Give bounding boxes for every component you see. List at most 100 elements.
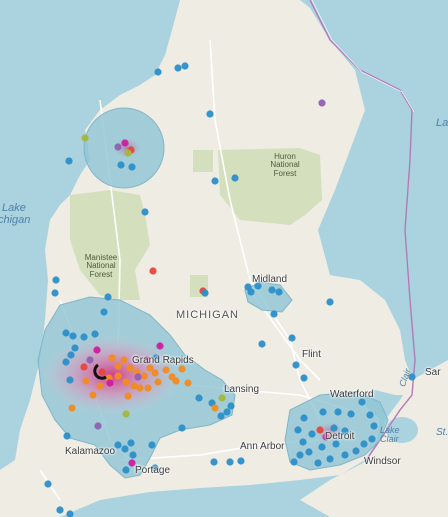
data-point[interactable] — [299, 438, 307, 446]
data-point[interactable] — [288, 334, 296, 342]
data-point[interactable] — [81, 134, 89, 142]
data-point[interactable] — [316, 426, 324, 434]
data-point[interactable] — [296, 451, 304, 459]
data-point[interactable] — [100, 308, 108, 316]
data-point[interactable] — [237, 457, 245, 465]
data-point[interactable] — [184, 379, 192, 387]
data-point[interactable] — [140, 372, 148, 380]
data-point[interactable] — [181, 62, 189, 70]
data-point[interactable] — [114, 441, 122, 449]
data-point[interactable] — [80, 363, 88, 371]
data-point[interactable] — [124, 149, 132, 157]
data-point[interactable] — [68, 404, 76, 412]
data-point[interactable] — [308, 430, 316, 438]
data-point[interactable] — [275, 288, 283, 296]
data-point[interactable] — [151, 369, 159, 377]
data-point[interactable] — [210, 458, 218, 466]
data-point[interactable] — [67, 351, 75, 359]
data-point[interactable] — [89, 391, 97, 399]
data-point[interactable] — [114, 143, 122, 151]
data-point[interactable] — [108, 354, 116, 362]
data-point[interactable] — [134, 373, 142, 381]
data-point[interactable] — [124, 392, 132, 400]
data-point[interactable] — [149, 267, 157, 275]
data-point[interactable] — [162, 366, 170, 374]
data-point[interactable] — [63, 432, 71, 440]
data-point[interactable] — [211, 177, 219, 185]
data-point[interactable] — [300, 414, 308, 422]
data-point[interactable] — [71, 344, 79, 352]
data-point[interactable] — [227, 402, 235, 410]
data-point[interactable] — [56, 506, 64, 514]
data-point[interactable] — [347, 410, 355, 418]
data-point[interactable] — [305, 448, 313, 456]
data-point[interactable] — [201, 289, 209, 297]
data-point[interactable] — [82, 377, 90, 385]
data-point[interactable] — [334, 408, 342, 416]
data-point[interactable] — [52, 276, 60, 284]
data-point[interactable] — [292, 361, 300, 369]
data-point[interactable] — [121, 139, 129, 147]
data-point[interactable] — [217, 412, 225, 420]
data-point[interactable] — [122, 466, 130, 474]
data-point[interactable] — [86, 356, 94, 364]
data-point[interactable] — [80, 333, 88, 341]
data-point[interactable] — [69, 332, 77, 340]
data-point[interactable] — [319, 408, 327, 416]
data-point[interactable] — [120, 356, 128, 364]
data-point[interactable] — [370, 422, 378, 430]
data-point[interactable] — [127, 439, 135, 447]
data-point[interactable] — [51, 289, 59, 297]
data-point[interactable] — [226, 458, 234, 466]
data-point[interactable] — [136, 384, 144, 392]
data-point[interactable] — [352, 447, 360, 455]
data-point[interactable] — [174, 64, 182, 72]
data-point[interactable] — [223, 408, 231, 416]
data-point[interactable] — [294, 426, 302, 434]
data-point[interactable] — [178, 424, 186, 432]
data-point[interactable] — [93, 346, 101, 354]
data-point[interactable] — [318, 99, 326, 107]
data-point[interactable] — [44, 480, 52, 488]
data-point[interactable] — [341, 451, 349, 459]
data-point[interactable] — [62, 329, 70, 337]
data-point[interactable] — [117, 161, 125, 169]
data-point[interactable] — [121, 445, 129, 453]
data-point[interactable] — [154, 378, 162, 386]
data-point[interactable] — [62, 358, 70, 366]
data-point[interactable] — [141, 208, 149, 216]
data-point[interactable] — [66, 376, 74, 384]
data-point[interactable] — [156, 342, 164, 350]
data-point[interactable] — [98, 368, 106, 376]
data-point[interactable] — [270, 310, 278, 318]
data-point[interactable] — [211, 404, 219, 412]
data-point[interactable] — [104, 293, 112, 301]
data-point[interactable] — [154, 68, 162, 76]
data-point[interactable] — [96, 382, 104, 390]
data-point[interactable] — [129, 451, 137, 459]
data-point[interactable] — [290, 458, 298, 466]
data-point[interactable] — [148, 441, 156, 449]
data-point[interactable] — [91, 330, 99, 338]
data-point[interactable] — [144, 384, 152, 392]
data-point[interactable] — [128, 163, 136, 171]
data-point[interactable] — [360, 440, 368, 448]
data-point[interactable] — [114, 362, 122, 370]
data-point[interactable] — [122, 378, 130, 386]
data-point[interactable] — [106, 379, 114, 387]
data-point[interactable] — [94, 422, 102, 430]
data-point[interactable] — [247, 288, 255, 296]
data-point[interactable] — [258, 340, 266, 348]
data-point[interactable] — [368, 435, 376, 443]
data-point[interactable] — [268, 286, 276, 294]
data-point[interactable] — [114, 372, 122, 380]
data-point[interactable] — [326, 455, 334, 463]
data-point[interactable] — [300, 374, 308, 382]
data-point[interactable] — [122, 410, 130, 418]
data-point[interactable] — [172, 377, 180, 385]
data-point[interactable] — [318, 443, 326, 451]
data-point[interactable] — [231, 174, 239, 182]
data-point[interactable] — [65, 157, 73, 165]
data-point[interactable] — [326, 298, 334, 306]
map-view[interactable]: Lake chigan Lake MICHIGAN Huron National… — [0, 0, 448, 517]
